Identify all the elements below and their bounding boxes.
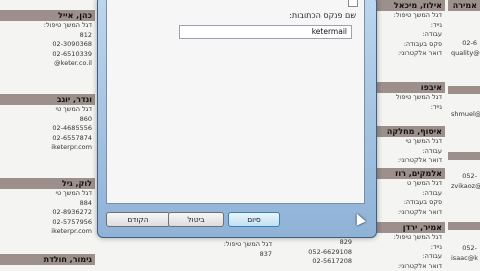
- contact-name: [448, 86, 480, 94]
- contact-card[interactable]: ונדר, יוגב דגל המשך טי 860 02-4685556 02…: [0, 94, 95, 153]
- contact-card[interactable]: איסוף, מחלקה דגל המשך טי עבודה: דואר אלק…: [375, 126, 445, 166]
- contact-name: ונדר, יוגב: [0, 94, 95, 105]
- contact-line: 837: [180, 250, 275, 260]
- contact-line: 02-6510339: [0, 50, 95, 60]
- contact-name: אמירה: [448, 0, 480, 11]
- contact-line: 052-: [448, 244, 480, 254]
- contact-card[interactable]: לוק, גיל דגל המשך טי 884 02-8936272 02-5…: [0, 178, 95, 237]
- contact-line: עבודה:: [375, 30, 445, 40]
- dialog-content: שם פנקס הכתובות: ketermail: [106, 0, 365, 204]
- contact-line: shmuel@: [448, 110, 480, 120]
- contact-card[interactable]: אמיר, ירדן דגל המשך טיפול: נייד: עבודה: …: [375, 222, 445, 271]
- contact-card[interactable]: shmuel@: [448, 86, 480, 120]
- contact-card[interactable]: 052- isaac@k: [448, 222, 480, 263]
- contact-line: דגל המשך טיפול: [375, 93, 445, 103]
- contact-line: דגל המשך ט: [375, 179, 445, 189]
- contact-line: עבודה:: [375, 189, 445, 199]
- contact-line: @keter.co.il: [0, 59, 95, 69]
- contact-name: אמיר, ירדן: [375, 222, 445, 233]
- contact-line: דגל המשך טיפול:: [0, 21, 95, 31]
- contact-card[interactable]: אילוז, מיכאל דגל המשך טיפול: נייד: עבודה…: [375, 0, 445, 59]
- finish-button[interactable]: סיום: [228, 212, 280, 227]
- wizard-dialog: שם פנקס הכתובות: ketermail הקודם ביטול ס…: [97, 0, 377, 238]
- option-checkbox[interactable]: [348, 0, 358, 7]
- contact-name: אילוז, מיכאל: [375, 0, 445, 11]
- contact-card[interactable]: אלמקים, רוז דגל המשך ט עבודה: פקס בעבודה…: [375, 168, 445, 217]
- contact-line: 860: [0, 115, 95, 125]
- contact-name: איסוף, מחלקה: [375, 126, 445, 137]
- contact-card[interactable]: כהן, אייל דגל המשך טיפול: 812 02-3090368…: [0, 10, 95, 69]
- contact-line: 829: [285, 238, 355, 248]
- contact-line: נייד:: [375, 243, 445, 253]
- contact-line: iketerpr.com: [0, 143, 95, 153]
- contact-line: דגל המשך טיפול:: [375, 11, 445, 21]
- contact-line: iketerpr.com: [0, 227, 95, 237]
- cancel-button[interactable]: ביטול: [168, 212, 224, 227]
- contact-line: 02-5617208: [285, 257, 355, 267]
- contact-line: דגל המשך טיפול:: [375, 233, 445, 243]
- contact-line: 812: [0, 31, 95, 41]
- contact-line: נייד:: [375, 21, 445, 31]
- contact-line: דואר אלקטרוני:: [375, 208, 445, 218]
- contact-line: 052-: [448, 172, 480, 182]
- contact-line: 02-4685556: [0, 124, 95, 134]
- contact-line: 02-8936272: [0, 208, 95, 218]
- contact-card[interactable]: גימור, חולדת: [0, 254, 95, 265]
- contact-line: דגל המשך טי: [0, 105, 95, 115]
- contact-card-fragment: 829 052-6629108 02-5617208: [285, 238, 355, 267]
- contact-line: zvikaoz@: [448, 182, 480, 192]
- contact-line: דגל המשך טיפול:: [180, 240, 275, 250]
- contact-line: 02-6: [448, 39, 480, 49]
- contact-line: 052-6629108: [285, 248, 355, 258]
- contact-name: אלמקים, רוז: [375, 168, 445, 179]
- contact-line: 884: [0, 199, 95, 209]
- contact-line: דואר אלקטרוני:: [375, 49, 445, 59]
- contact-line: נייד:: [375, 103, 445, 113]
- contact-line: פקס בעבודה:: [375, 40, 445, 50]
- contact-line: isaac@k: [448, 254, 480, 264]
- contact-line: quality@: [448, 49, 480, 59]
- contact-line: 02-5757956: [0, 218, 95, 228]
- address-book-name-label: שם פנקס הכתובות:: [289, 11, 356, 20]
- contact-card-fragment: דגל המשך טיפול: 837: [180, 240, 275, 259]
- back-button[interactable]: הקודם: [106, 212, 170, 227]
- contact-card[interactable]: 052- zvikaoz@: [448, 152, 480, 191]
- contact-line: דואר אלקטרוני:: [375, 156, 445, 166]
- contact-line: עבודה:: [375, 147, 445, 157]
- contact-line: 02-3090368: [0, 40, 95, 50]
- contact-line: פקס בעבודה:: [375, 198, 445, 208]
- contact-line: עבודה:: [375, 252, 445, 262]
- contact-line: דגל המשך טי: [375, 137, 445, 147]
- contact-line: דגל המשך טי: [0, 189, 95, 199]
- contact-name: [448, 152, 480, 160]
- contact-name: [448, 222, 480, 230]
- contact-card[interactable]: אמירה 02-6 quality@: [448, 0, 480, 58]
- contact-name: גימור, חולדת: [0, 254, 95, 265]
- address-book-name-input[interactable]: ketermail: [179, 25, 352, 39]
- contact-line: 02-6557874: [0, 134, 95, 144]
- mouse-cursor-icon: [352, 211, 366, 225]
- contact-card[interactable]: איבפו דגל המשך טיפול נייד:: [375, 82, 445, 112]
- contact-name: איבפו: [375, 82, 445, 93]
- contact-name: כהן, אייל: [0, 10, 95, 21]
- contact-name: לוק, גיל: [0, 178, 95, 189]
